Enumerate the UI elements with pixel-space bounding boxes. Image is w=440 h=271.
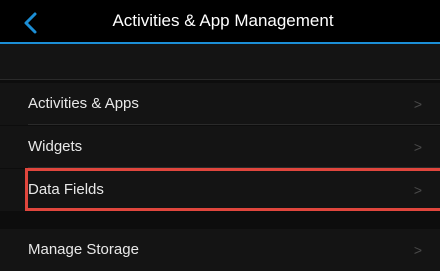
menu-item-activities-apps[interactable]: Activities & Apps >	[0, 83, 440, 125]
menu-item-label: Widgets	[28, 138, 83, 155]
menu-item-label: Activities & Apps	[28, 95, 139, 112]
row-divider	[28, 124, 440, 125]
chevron-right-icon: >	[413, 242, 422, 258]
menu-item-data-fields[interactable]: Data Fields >	[0, 169, 440, 211]
page-title: Activities & App Management	[112, 11, 334, 30]
menu-item-manage-storage[interactable]: Manage Storage >	[0, 229, 440, 271]
nav-header: Activities & App Management	[0, 0, 440, 44]
menu-item-label: Data Fields	[28, 181, 104, 198]
menu-item-widgets[interactable]: Widgets >	[0, 126, 440, 168]
chevron-right-icon: >	[413, 139, 422, 155]
section-spacer	[0, 44, 440, 80]
chevron-right-icon: >	[413, 96, 422, 112]
menu-item-label: Manage Storage	[28, 241, 139, 258]
row-divider	[28, 167, 440, 168]
section-gap	[0, 213, 440, 229]
chevron-right-icon: >	[413, 182, 422, 198]
